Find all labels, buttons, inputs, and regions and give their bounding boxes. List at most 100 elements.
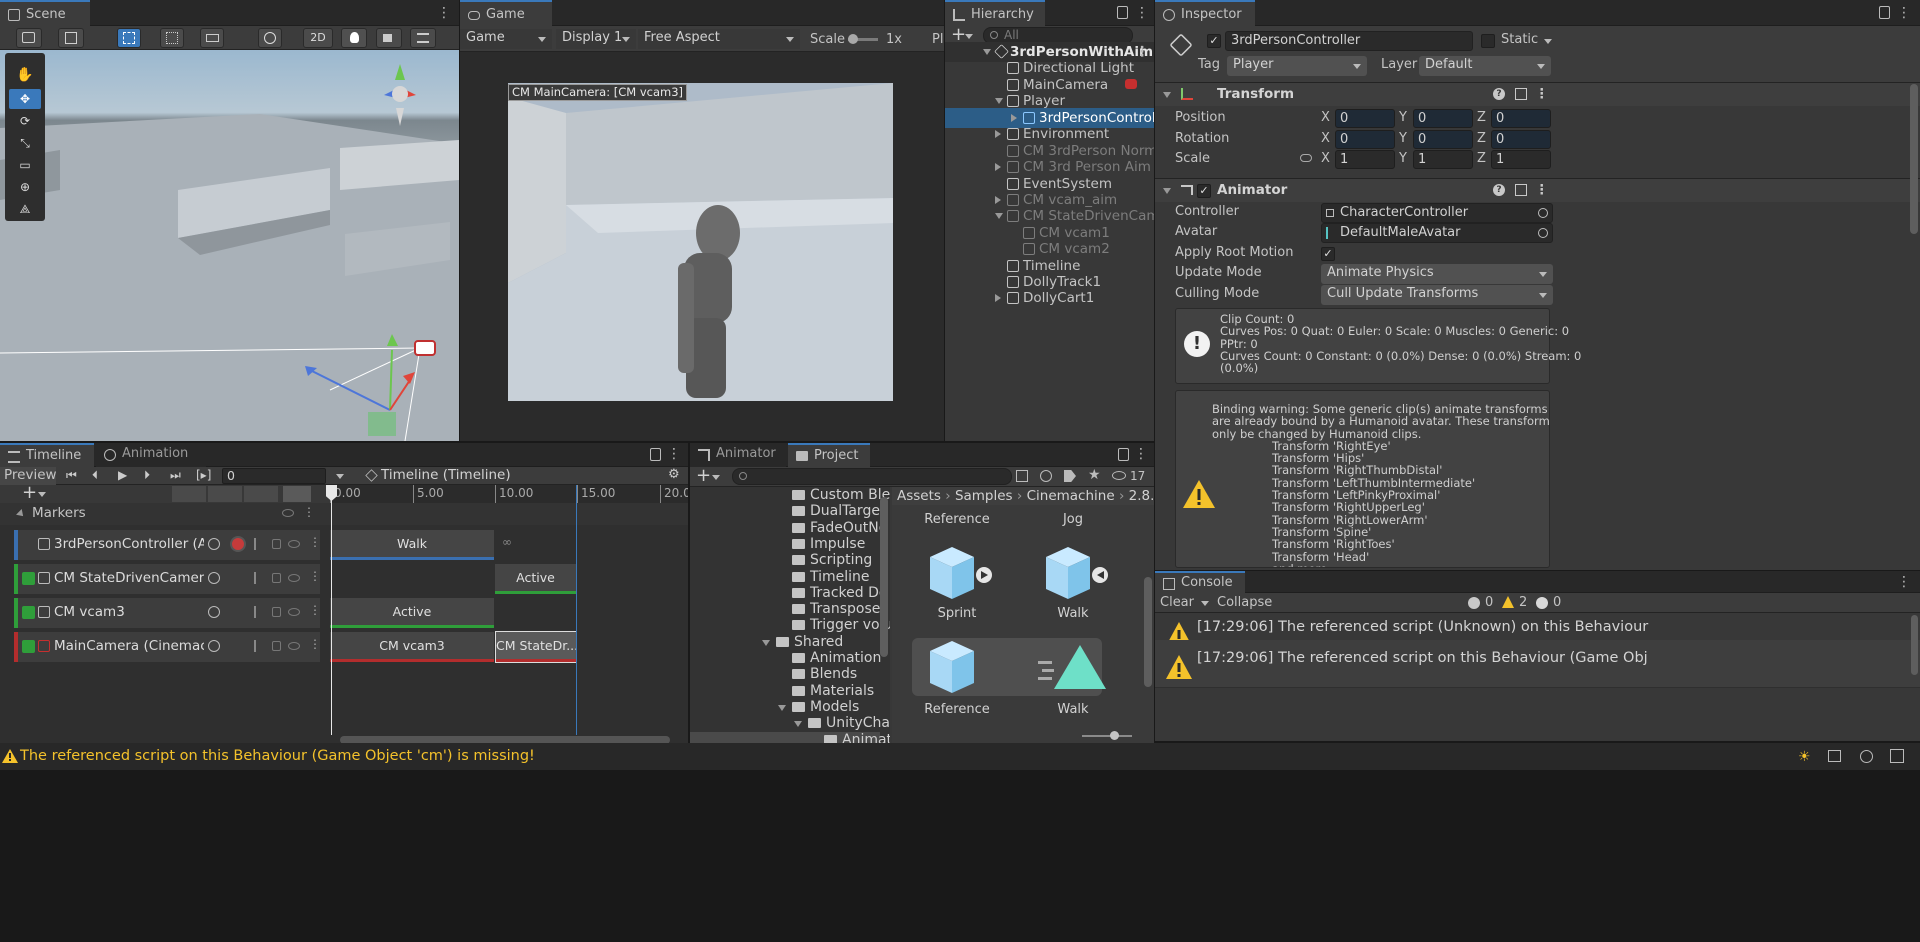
scene-viewport[interactable]: ✋ ✥ ⟳ ⤡ ▭ ⊕ ⟁ (0, 50, 459, 441)
move-tool-button[interactable]: ✥ (9, 89, 41, 109)
folder-item[interactable]: Impulse (690, 536, 880, 552)
binding-picker-icon[interactable] (208, 538, 220, 550)
expand-arrow-icon[interactable] (794, 721, 802, 728)
aspect-dropdown[interactable]: Free Aspect (638, 29, 800, 49)
fold-arrow-icon[interactable] (1163, 188, 1171, 194)
timeline-asset-label[interactable]: Timeline (Timeline) (381, 467, 511, 483)
scale-z-field[interactable]: 1 (1491, 150, 1551, 169)
expand-arrow-icon[interactable] (995, 213, 1003, 219)
update-mode-dropdown[interactable]: Animate Physics (1321, 264, 1553, 284)
console-menu-icon[interactable]: ⋮ (1897, 573, 1911, 591)
game-view[interactable] (508, 83, 893, 401)
visibility-eye-icon[interactable] (288, 540, 300, 548)
tab-hierarchy[interactable]: Hierarchy (945, 0, 1045, 26)
controller-field[interactable]: CharacterController (1321, 203, 1553, 223)
folder-item[interactable]: Materials (690, 683, 880, 699)
playhead[interactable] (331, 485, 332, 735)
lighting-toggle-button[interactable] (341, 28, 367, 48)
position-y-field[interactable]: 0 (1413, 109, 1473, 128)
folder-item[interactable]: Animat (690, 731, 890, 743)
expand-arrow-icon[interactable] (983, 49, 991, 55)
audio-toggle-button[interactable] (376, 28, 402, 48)
lock-icon[interactable] (272, 607, 281, 617)
overflow-tab[interactable]: Pl (932, 32, 943, 47)
help-icon[interactable]: ? (1493, 184, 1505, 196)
prev-frame-icon[interactable]: ⏴ (92, 468, 98, 483)
tab-console[interactable]: Console (1155, 571, 1245, 593)
folder-item[interactable]: UnityCha (690, 715, 890, 731)
expand-arrow-icon[interactable] (995, 130, 1001, 138)
rotate-tool-button[interactable]: ⟳ (9, 111, 41, 131)
chevron-down-icon[interactable] (712, 475, 720, 480)
pivot-button[interactable] (117, 28, 141, 48)
track-menu-icon[interactable]: ⋮ (309, 603, 321, 617)
timeline-clip[interactable]: Active (330, 598, 494, 628)
pin-icon[interactable] (254, 538, 262, 550)
grid-snap-button[interactable] (160, 28, 184, 48)
folder-item[interactable]: Shared (690, 634, 880, 650)
scale-x-field[interactable]: 1 (1335, 150, 1395, 169)
component-menu-icon[interactable]: ⋮ (1535, 179, 1549, 202)
enabled-checkbox[interactable] (22, 640, 35, 653)
binding-picker-icon[interactable] (208, 640, 220, 652)
timeline-clip-area[interactable]: Walk Active Active CM vcam3 CM StateDr... ∞ (330, 525, 688, 735)
clip-edit-mode-icon[interactable] (172, 486, 206, 502)
help-icon[interactable]: ? (1493, 88, 1505, 100)
folder-item[interactable]: Trigger volu (690, 617, 890, 633)
play-range-icon[interactable]: [▸] (196, 468, 211, 482)
lock-icon[interactable] (1118, 448, 1129, 461)
visibility-eye-icon[interactable] (282, 509, 294, 517)
warning-count-icon[interactable] (1502, 596, 1514, 608)
visibility-eye-icon[interactable] (288, 608, 300, 616)
position-z-field[interactable]: 0 (1491, 109, 1551, 128)
project-search-input[interactable] (732, 468, 1012, 485)
hidden-packages-icon[interactable] (1112, 471, 1126, 480)
asset-label[interactable]: Jog (1018, 512, 1128, 527)
timeline-settings-icon[interactable]: ⚙ (668, 467, 680, 482)
expand-arrow-icon[interactable] (1011, 114, 1017, 122)
asset-tile[interactable] (1034, 639, 1114, 699)
folder-item[interactable]: Transposer (690, 601, 886, 617)
rotation-z-field[interactable]: 0 (1491, 130, 1551, 149)
folder-item[interactable]: FadeOutNe (690, 520, 887, 536)
timeline-h-scrollbar[interactable] (340, 736, 670, 743)
pin-icon[interactable] (254, 640, 262, 652)
favorite-star-icon[interactable]: ★ (1088, 467, 1101, 483)
hierarchy-menu-icon[interactable]: ⋮ (1135, 4, 1149, 22)
asset-label[interactable]: Walk (1018, 606, 1128, 621)
scale-slider[interactable] (848, 34, 878, 44)
constrain-proportions-icon[interactable] (1300, 154, 1312, 162)
debug-mode-icon[interactable] (1860, 750, 1873, 763)
object-name-input[interactable]: 3rdPersonController (1225, 31, 1473, 51)
track-header[interactable]: CM vcam3 ⋮ (14, 598, 321, 628)
tab-animator[interactable]: Animator (690, 443, 786, 467)
folder-item[interactable]: Animation (690, 650, 881, 666)
folder-item[interactable]: Blends (690, 666, 880, 682)
breadcrumb-item[interactable]: 2.8.9 (1129, 488, 1154, 504)
cache-server-icon[interactable] (1828, 750, 1841, 762)
pin-icon[interactable] (254, 606, 262, 618)
console-message[interactable]: [17:29:06] The referenced script on this… (1155, 640, 1920, 688)
asset-label[interactable]: Sprint (902, 606, 1012, 621)
animation-icon[interactable] (22, 538, 35, 551)
active-checkbox[interactable]: ✓ (1207, 34, 1221, 48)
tag-icon[interactable] (1064, 470, 1076, 482)
transform-tool-button[interactable]: ⊕ (9, 177, 41, 197)
asset-label[interactable]: Reference (902, 512, 1012, 527)
track-header[interactable]: CM StateDrivenCamera1 ⋮ (14, 564, 321, 594)
add-track-icon[interactable]: + (22, 482, 37, 503)
tag-dropdown[interactable]: Player (1227, 56, 1367, 76)
frame-input[interactable]: 0 (222, 468, 326, 484)
custom-tool-button[interactable]: ⟁ (9, 199, 41, 219)
object-picker-icon[interactable] (1538, 208, 1548, 218)
scene-menu-icon[interactable]: ⋮ (437, 4, 451, 22)
rect-tool-button[interactable]: ▭ (9, 155, 41, 175)
object-picker-icon[interactable] (1538, 228, 1548, 238)
folder-item[interactable]: DualTarget (690, 503, 885, 519)
root-motion-checkbox[interactable]: ✓ (1321, 247, 1335, 261)
shading-button[interactable] (258, 28, 282, 48)
avatar-field[interactable]: DefaultMaleAvatar (1321, 223, 1553, 243)
search-by-label-icon[interactable] (1040, 470, 1052, 482)
slider-thumb[interactable] (1110, 731, 1119, 740)
tab-project[interactable]: Project (788, 443, 870, 467)
